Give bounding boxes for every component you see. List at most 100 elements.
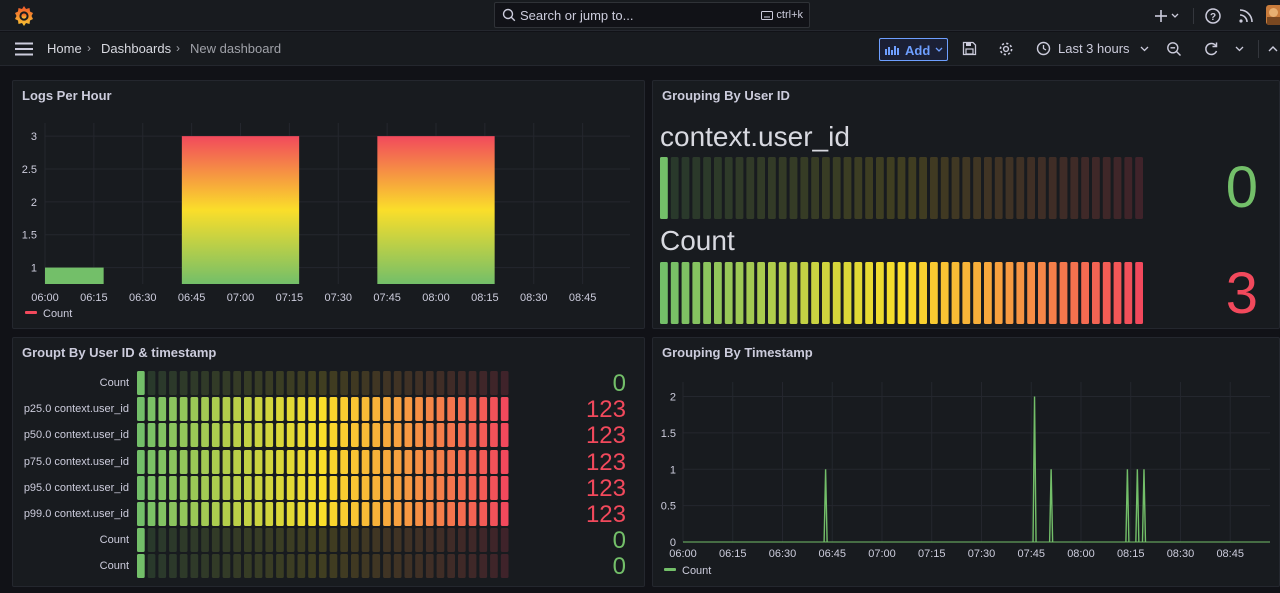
gauge-segment <box>865 157 873 219</box>
gauge-segment <box>1081 157 1089 219</box>
gauge-segment <box>361 371 370 395</box>
gauge-segment <box>297 449 306 474</box>
row-label: Count <box>99 534 129 547</box>
gauge-segment <box>447 554 455 579</box>
zoom-out-icon[interactable] <box>1166 41 1182 57</box>
gauge-segment <box>500 554 509 579</box>
gauge-segment <box>137 554 145 579</box>
gauge-segment <box>404 528 413 553</box>
panel-group-by-user-id-timestamp[interactable]: Groupt By User ID & timestamp Count 0 p25.… <box>12 337 645 587</box>
gauge-segment <box>286 449 295 474</box>
gauge-segment <box>746 262 755 324</box>
gauge-segment <box>179 449 188 474</box>
menu-icon[interactable] <box>15 42 33 56</box>
chevron-down-icon[interactable] <box>1235 46 1244 52</box>
gauge-segment <box>329 528 338 553</box>
chevron-right-icon: › <box>176 41 180 55</box>
chart-legend[interactable]: Count <box>25 308 72 320</box>
search-box[interactable]: Search or jump to... ctrl+k <box>494 2 810 28</box>
gauge-segment <box>393 475 402 500</box>
gauge-segment <box>361 528 370 553</box>
gauge-segment <box>179 475 188 500</box>
gauge-segment <box>179 423 188 448</box>
gauge-segment <box>265 423 274 448</box>
gauge-segment <box>233 397 241 422</box>
breadcrumb-dashboards[interactable]: Dashboards <box>101 41 171 56</box>
row-value: 123 <box>585 501 626 528</box>
gauge-segment <box>201 502 209 526</box>
gauge-segment <box>147 554 156 579</box>
gauge-segment <box>436 397 445 422</box>
gauge-segment <box>393 554 402 579</box>
add-button-label: Add <box>905 43 931 58</box>
gauge-segment <box>404 397 413 422</box>
x-tick-label: 07:45 <box>373 292 401 304</box>
logs-per-hour-chart[interactable]: 06:00 06:15 06:30 06:45 07:00 07:15 07:30 07:45… <box>13 81 646 330</box>
gauge-segment <box>800 262 809 324</box>
breadcrumb-home[interactable]: Home <box>47 41 82 56</box>
gauge-segment <box>201 449 209 474</box>
gauge-segment <box>201 554 209 579</box>
gauge-segment <box>147 423 156 448</box>
gauge-segment <box>425 423 434 448</box>
panel-logs-per-hour[interactable]: Logs Per Hour 06:00 06:15 06:30 06:45 07:00 0… <box>12 80 645 329</box>
gauge-segment <box>286 554 295 579</box>
gauge-segment <box>286 475 295 500</box>
refresh-icon[interactable] <box>1203 41 1219 57</box>
y-tick-label: 3 <box>31 131 37 143</box>
divider <box>1258 40 1259 58</box>
grouping-by-timestamp-chart[interactable]: 06:00 06:15 06:30 06:45 07:00 07:15 07:30 07:45… <box>653 338 1280 588</box>
clock-icon[interactable] <box>1036 41 1051 56</box>
gauge-segment <box>190 397 199 422</box>
time-range-picker[interactable]: Last 3 hours <box>1058 41 1130 56</box>
gauge-segment <box>233 423 241 448</box>
gauge-segment <box>361 502 370 526</box>
gauge-segment <box>876 262 884 324</box>
save-icon[interactable] <box>962 41 977 56</box>
settings-gear-icon[interactable] <box>998 41 1014 57</box>
gauge-segment <box>372 502 381 526</box>
gauge-segment <box>778 157 787 219</box>
gauge-segment <box>500 423 509 448</box>
x-tick-label: 07:30 <box>968 548 996 560</box>
gauge-value: 0 <box>1225 155 1258 220</box>
gauge-segment <box>458 397 466 422</box>
gauge-segment <box>297 371 306 395</box>
gauge-segment <box>468 449 477 474</box>
gauge-segment <box>158 502 167 526</box>
gauge-segment <box>361 397 370 422</box>
gauge-segment <box>984 157 992 219</box>
gauge-segment <box>169 502 177 526</box>
add-button[interactable]: Add <box>879 38 948 61</box>
gauge-segment <box>147 528 156 553</box>
chevron-down-icon[interactable] <box>1140 46 1149 52</box>
gauge-segment <box>329 475 338 500</box>
gauge-segment <box>973 262 981 324</box>
gauge-segment <box>383 423 391 448</box>
gauge-segment <box>318 475 327 500</box>
breadcrumb-current: New dashboard <box>190 41 282 56</box>
gauge-segment <box>351 371 359 395</box>
gauge-segment <box>490 449 498 474</box>
news-feed-icon[interactable] <box>1237 7 1255 25</box>
plus-menu-icon[interactable] <box>1154 7 1182 25</box>
bar-gauge <box>137 554 509 579</box>
gauge-segment <box>458 423 466 448</box>
gauge-segment <box>179 502 188 526</box>
gauge-segment <box>919 262 927 324</box>
gauge-segment <box>190 502 199 526</box>
gauge-segment <box>190 371 199 395</box>
gauge-segment <box>211 371 220 395</box>
grafana-logo-icon[interactable] <box>12 4 36 28</box>
user-avatar[interactable] <box>1266 5 1280 25</box>
gauge-segment <box>351 449 359 474</box>
x-tick-label: 06:15 <box>80 292 108 304</box>
chevron-up-icon[interactable] <box>1268 45 1278 52</box>
gauge-segment <box>265 475 274 500</box>
panel-grouping-by-user-id[interactable]: Grouping By User ID context.user_id 0 Co… <box>652 80 1280 329</box>
chart-legend[interactable]: Count <box>664 565 711 577</box>
panel-grouping-by-timestamp[interactable]: Grouping By Timestamp 06:00 06:15 06:30 06:… <box>652 337 1280 587</box>
help-icon[interactable]: ? <box>1204 7 1222 25</box>
gauge-segment <box>951 262 960 324</box>
gauge-segment <box>500 528 509 553</box>
